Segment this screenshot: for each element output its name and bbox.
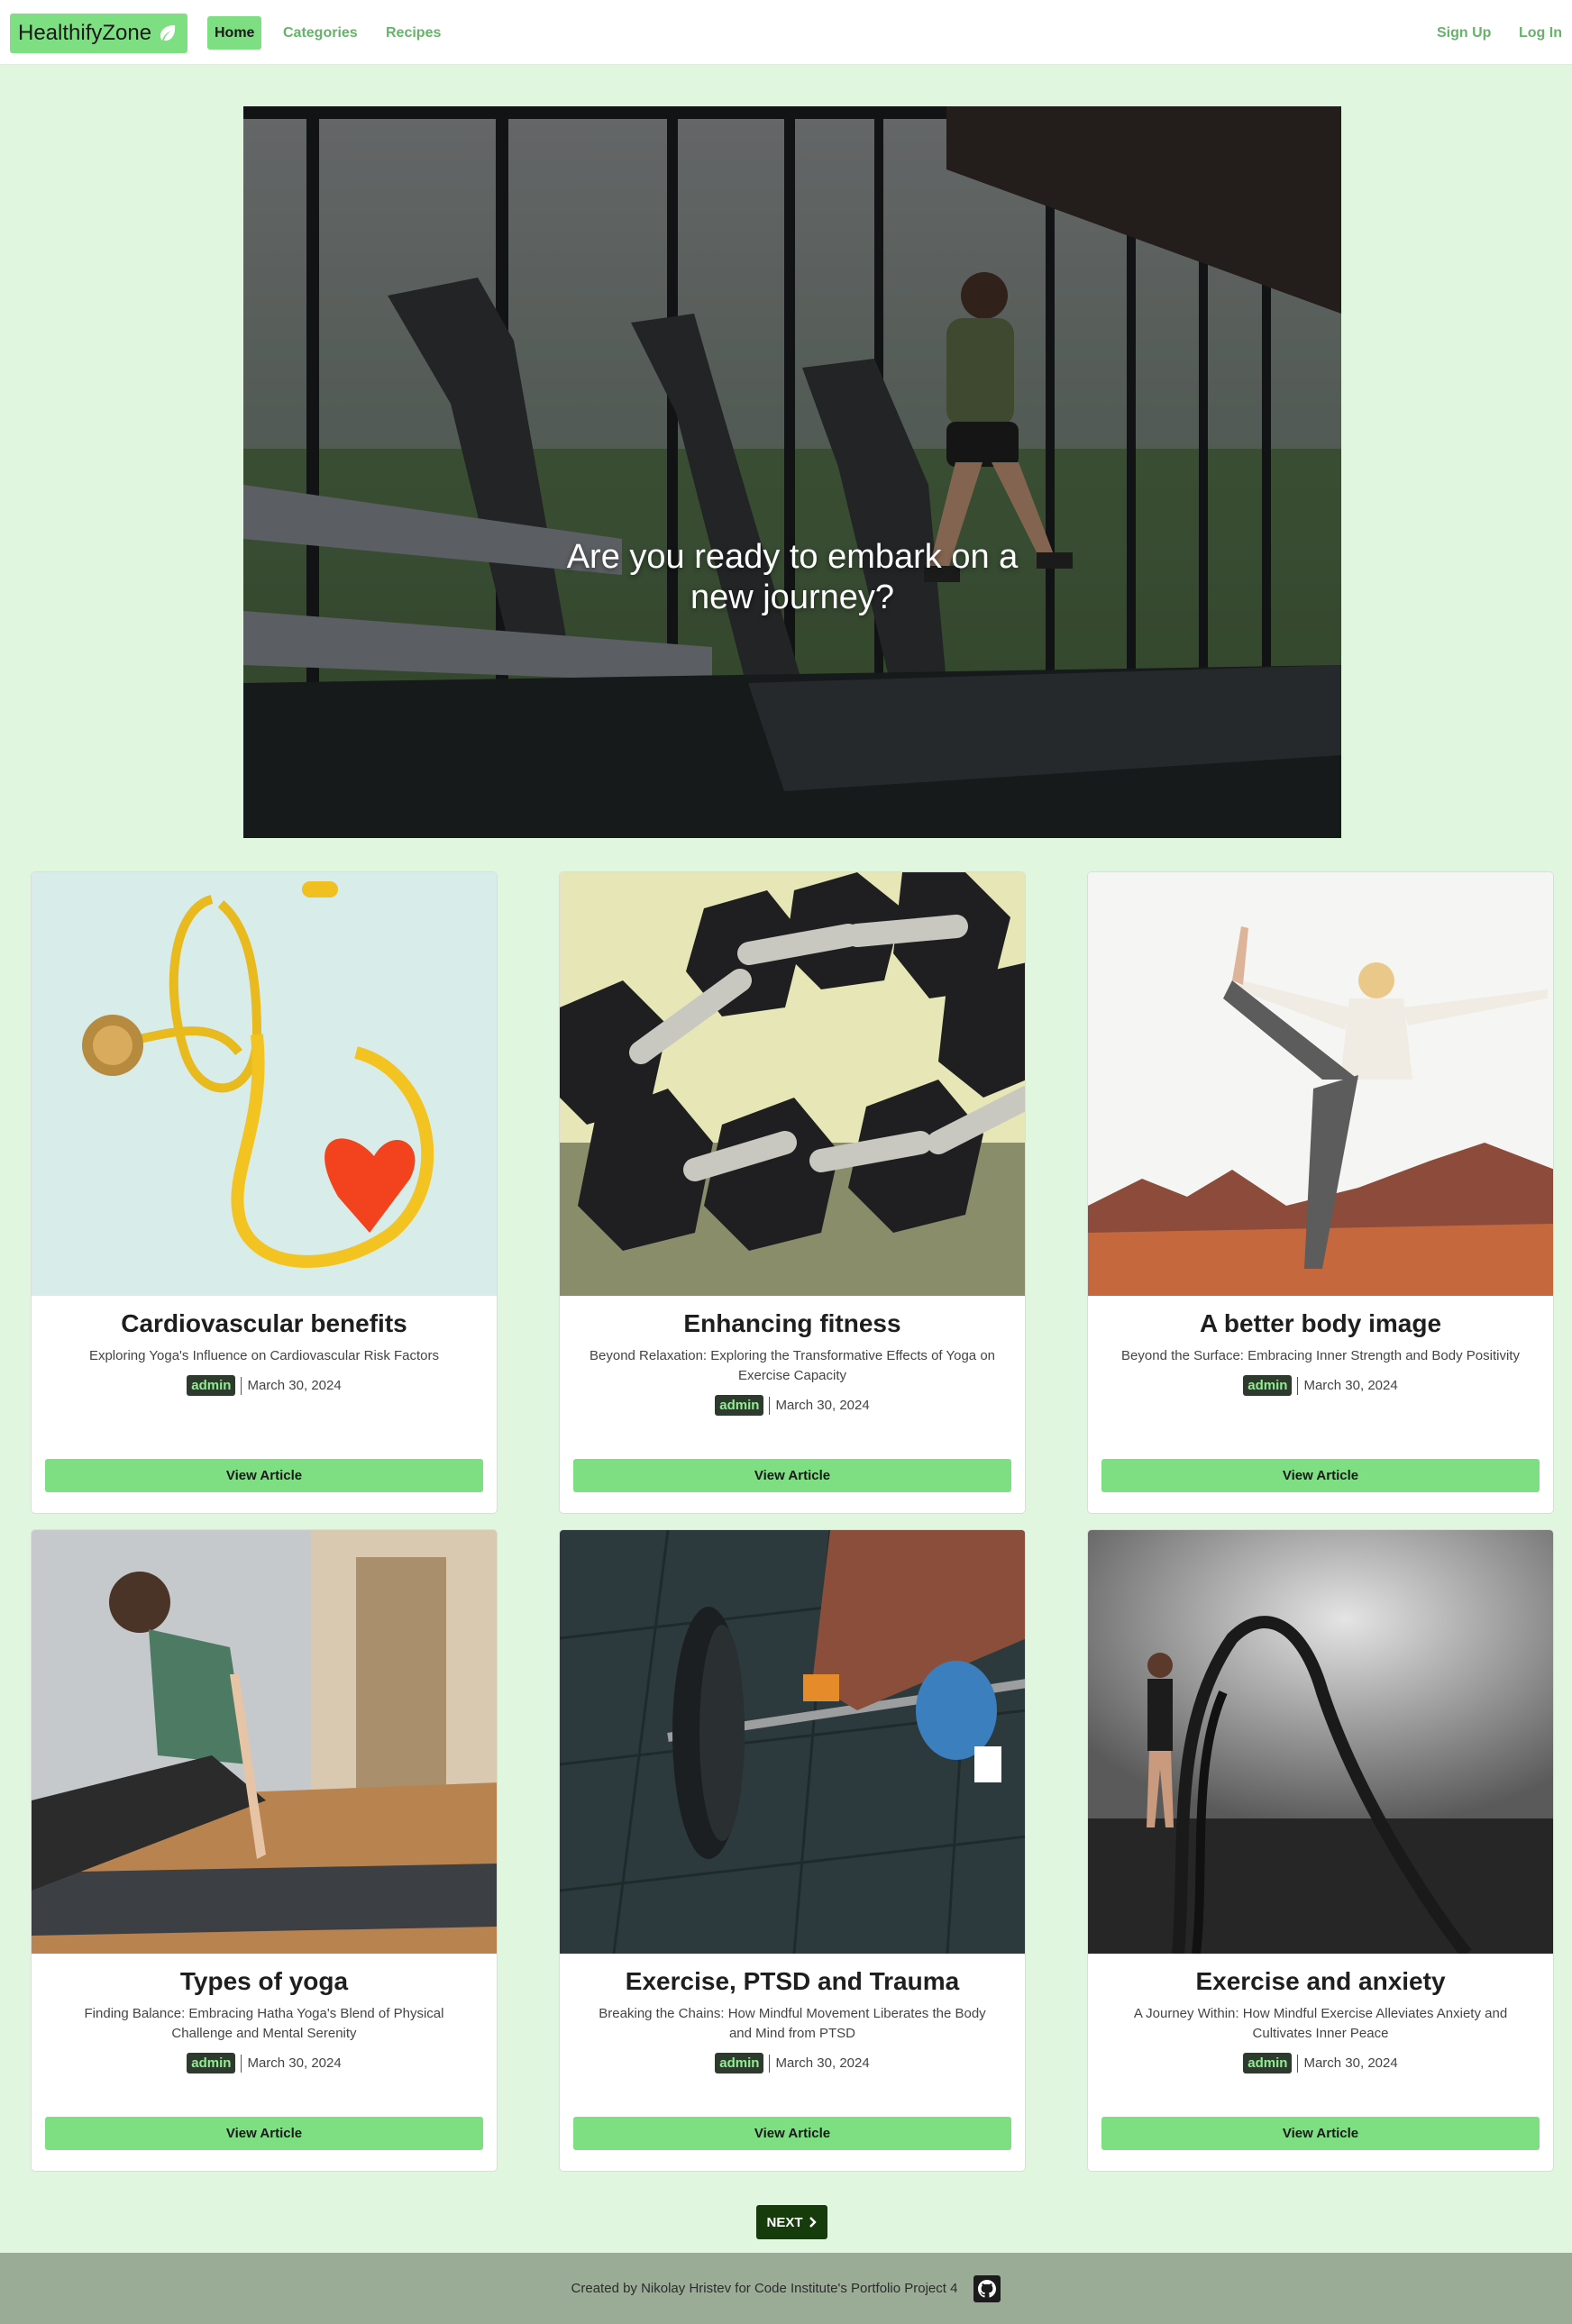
meta-divider	[769, 2054, 771, 2073]
yoga-pose-outdoor-image	[1088, 872, 1553, 1296]
nav-signup[interactable]: Sign Up	[1437, 16, 1491, 50]
article-title[interactable]: Exercise and anxiety	[1088, 1966, 1553, 1997]
article-date: March 30, 2024	[1303, 2055, 1398, 2071]
meta-divider	[769, 1396, 771, 1415]
article-card: Cardiovascular benefits Exploring Yoga's…	[31, 871, 498, 1514]
hero-banner: Are you ready to embark on a new journey…	[243, 106, 1341, 838]
article-title[interactable]: Enhancing fitness	[560, 1308, 1025, 1339]
meta-divider	[241, 2054, 242, 2073]
brand-name: HealthifyZone	[18, 21, 152, 45]
author-badge: admin	[715, 2053, 764, 2073]
article-card: Types of yoga Finding Balance: Embracing…	[31, 1529, 498, 2172]
next-page-button[interactable]: NEXT	[756, 2205, 827, 2239]
article-excerpt: A Journey Within: How Mindful Exercise A…	[1133, 2006, 1508, 2041]
article-card: A better body image Beyond the Surface: …	[1087, 871, 1554, 1514]
article-date: March 30, 2024	[1303, 1378, 1398, 1393]
view-article-button[interactable]: View Article	[1101, 2117, 1540, 2150]
footer-credit: Created by Nikolay Hristev for Code Inst…	[571, 2281, 958, 2296]
view-article-button[interactable]: View Article	[573, 2117, 1011, 2150]
article-excerpt: Finding Balance: Embracing Hatha Yoga's …	[84, 2006, 444, 2041]
hero-title-line-2: new journey?	[690, 579, 895, 616]
article-title[interactable]: Types of yoga	[32, 1966, 497, 1997]
view-article-button[interactable]: View Article	[1101, 1459, 1540, 1492]
article-meta: admin March 30, 2024	[32, 1375, 497, 1396]
view-article-button[interactable]: View Article	[45, 1459, 483, 1492]
article-excerpt: Beyond the Surface: Embracing Inner Stre…	[1121, 1348, 1520, 1363]
article-image-yoga-cobra[interactable]	[32, 1530, 497, 1954]
author-badge: admin	[715, 1395, 764, 1416]
article-meta: admin March 30, 2024	[560, 1395, 1025, 1416]
meta-divider	[1297, 2054, 1299, 2073]
hero-title: Are you ready to embark on a new journey…	[243, 537, 1341, 618]
battle-ropes-image	[1088, 1530, 1553, 1954]
barbell-lift-image	[560, 1530, 1025, 1954]
footer: Created by Nikolay Hristev for Code Inst…	[0, 2253, 1572, 2324]
nav-recipes[interactable]: Recipes	[386, 16, 441, 50]
next-label: NEXT	[766, 2214, 803, 2230]
author-badge: admin	[187, 1375, 236, 1396]
article-date: March 30, 2024	[775, 1398, 870, 1413]
brand-logo[interactable]: HealthifyZone	[10, 14, 188, 53]
view-article-button[interactable]: View Article	[45, 2117, 483, 2150]
article-date: March 30, 2024	[247, 1378, 342, 1393]
nav-categories[interactable]: Categories	[283, 16, 358, 50]
hero-gym-image	[243, 106, 1341, 838]
github-link[interactable]	[973, 2274, 1001, 2302]
chevron-right-icon	[809, 2217, 817, 2228]
article-meta: admin March 30, 2024	[32, 2053, 497, 2073]
stethoscope-heart-image	[32, 872, 497, 1296]
view-article-button[interactable]: View Article	[573, 1459, 1011, 1492]
article-excerpt: Beyond Relaxation: Exploring the Transfo…	[590, 1348, 995, 1383]
yoga-cobra-image	[32, 1530, 497, 1954]
article-date: March 30, 2024	[247, 2055, 342, 2071]
article-meta: admin March 30, 2024	[1088, 1375, 1553, 1396]
article-title[interactable]: Exercise, PTSD and Trauma	[560, 1966, 1025, 1997]
article-meta: admin March 30, 2024	[560, 2053, 1025, 2073]
article-card: Exercise and anxiety A Journey Within: H…	[1087, 1529, 1554, 2172]
author-badge: admin	[187, 2053, 236, 2073]
article-date: March 30, 2024	[775, 2055, 870, 2071]
dumbbells-image	[560, 872, 1025, 1296]
article-card: Enhancing fitness Beyond Relaxation: Exp…	[559, 871, 1026, 1514]
article-title[interactable]: A better body image	[1088, 1308, 1553, 1339]
author-badge: admin	[1243, 2053, 1293, 2073]
article-excerpt: Exploring Yoga's Influence on Cardiovasc…	[88, 1348, 440, 1363]
hero-title-line-1: Are you ready to embark on a	[566, 538, 1019, 576]
nav-login[interactable]: Log In	[1519, 16, 1562, 50]
leaf-icon	[160, 25, 176, 41]
article-excerpt: Breaking the Chains: How Mindful Movemen…	[599, 2006, 986, 2041]
article-card: Exercise, PTSD and Trauma Breaking the C…	[559, 1529, 1026, 2172]
github-icon	[978, 2279, 997, 2298]
article-image-stethoscope[interactable]	[32, 872, 497, 1296]
article-image-battle-ropes[interactable]	[1088, 1530, 1553, 1954]
article-image-dumbbells[interactable]	[560, 872, 1025, 1296]
article-image-barbell[interactable]	[560, 1530, 1025, 1954]
meta-divider	[241, 1376, 242, 1395]
article-title[interactable]: Cardiovascular benefits	[32, 1308, 497, 1339]
author-badge: admin	[1243, 1375, 1293, 1396]
navbar: HealthifyZone Home Categories Recipes Si…	[0, 0, 1572, 65]
article-image-yoga-outdoor[interactable]	[1088, 872, 1553, 1296]
article-meta: admin March 30, 2024	[1088, 2053, 1553, 2073]
meta-divider	[1297, 1376, 1299, 1395]
nav-home[interactable]: Home	[207, 16, 262, 50]
